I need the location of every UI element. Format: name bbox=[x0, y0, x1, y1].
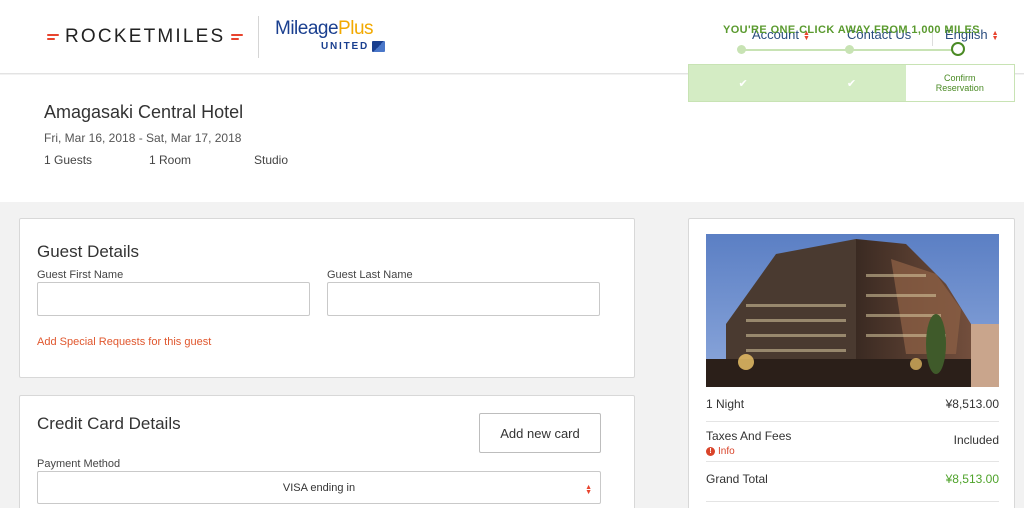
rocketmiles-logo-text: ROCKETMILES bbox=[65, 26, 226, 47]
credit-card-card: Credit Card Details Add new card Payment… bbox=[19, 395, 635, 508]
sort-arrows-icon: ▲ ▼ bbox=[585, 484, 592, 496]
price-divider bbox=[706, 501, 999, 502]
first-name-input[interactable] bbox=[37, 282, 310, 316]
payment-method-value: VISA ending in bbox=[282, 481, 356, 494]
nightly-rate-label: 1 Night bbox=[706, 397, 745, 411]
progress-dot-current bbox=[951, 42, 965, 56]
guest-details-title: Guest Details bbox=[37, 242, 140, 261]
grand-total-label: Grand Total bbox=[706, 472, 768, 486]
hotel-name: Amagasaki Central Hotel bbox=[44, 102, 244, 122]
mileageplus-logo-main: Mileage bbox=[275, 18, 339, 39]
hotel-photo bbox=[706, 234, 999, 387]
taxes-row: Taxes And Fees Included ! Info bbox=[706, 429, 999, 457]
rocket-right-icon bbox=[231, 32, 244, 43]
step-confirm-reservation: Confirm Reservation bbox=[905, 65, 1014, 101]
step-completed-1: ✔ bbox=[689, 65, 798, 101]
booking-steps: ✔ ✔ Confirm Reservation bbox=[688, 64, 1015, 102]
nightly-rate-value: ¥8,513.00 bbox=[945, 397, 999, 411]
info-label: Info bbox=[718, 446, 735, 457]
stay-dates: Fri, Mar 16, 2018 - Sat, Mar 17, 2018 bbox=[44, 131, 242, 145]
nightly-rate-row: 1 Night ¥8,513.00 bbox=[706, 397, 999, 411]
first-name-label: Guest First Name bbox=[37, 269, 124, 281]
add-special-requests-link[interactable]: Add Special Requests for this guest bbox=[37, 336, 211, 348]
taxes-info-link[interactable]: ! Info bbox=[706, 446, 999, 457]
miles-progress-title: YOU'RE ONE CLICK AWAY FROM 1,000 MILES bbox=[722, 24, 980, 36]
payment-method-select[interactable]: VISA ending in ▲ ▼ bbox=[37, 471, 601, 504]
add-new-card-button[interactable]: Add new card bbox=[479, 413, 601, 453]
united-globe-icon bbox=[372, 41, 386, 52]
info-icon: ! bbox=[706, 447, 715, 456]
progress-dot-1 bbox=[737, 45, 746, 54]
last-name-input[interactable] bbox=[327, 282, 600, 316]
guest-count: 1 Guests bbox=[44, 153, 93, 167]
rocketmiles-logo[interactable]: ROCKETMILES bbox=[47, 26, 244, 48]
site-header: ROCKETMILES MileagePlus UNITED Account ▲ ▼… bbox=[0, 0, 1024, 74]
step-confirm-label: Confirm Reservation bbox=[935, 73, 984, 93]
room-type: Studio bbox=[254, 153, 289, 167]
checkmark-icon: ✔ bbox=[846, 77, 857, 90]
grand-total-row: Grand Total ¥8,513.00 bbox=[706, 472, 999, 486]
price-divider bbox=[706, 461, 999, 462]
logo-divider bbox=[258, 16, 259, 58]
price-divider bbox=[706, 421, 999, 422]
payment-method-label: Payment Method bbox=[37, 458, 121, 470]
last-name-label: Guest Last Name bbox=[327, 269, 413, 281]
checkmark-icon: ✔ bbox=[738, 77, 748, 90]
room-count: 1 Room bbox=[149, 153, 192, 167]
hotel-photo-image bbox=[706, 234, 999, 387]
guest-details-card: Guest Details Guest First Name Guest Las… bbox=[19, 218, 635, 378]
price-summary-card: 1 Night ¥8,513.00 Taxes And Fees Include… bbox=[688, 218, 1015, 508]
mileageplus-logo: MileagePlus UNITED bbox=[275, 18, 386, 52]
united-logo-text: UNITED bbox=[321, 41, 370, 52]
taxes-label: Taxes And Fees bbox=[706, 429, 792, 443]
taxes-value: Included bbox=[953, 433, 999, 447]
credit-card-title: Credit Card Details bbox=[37, 414, 181, 433]
grand-total-value: ¥8,513.00 bbox=[945, 472, 999, 486]
progress-dot-2 bbox=[845, 45, 854, 54]
mileageplus-logo-plus: Plus bbox=[338, 18, 374, 39]
step-completed-2: ✔ bbox=[797, 65, 906, 101]
rocket-left-icon bbox=[47, 32, 59, 43]
